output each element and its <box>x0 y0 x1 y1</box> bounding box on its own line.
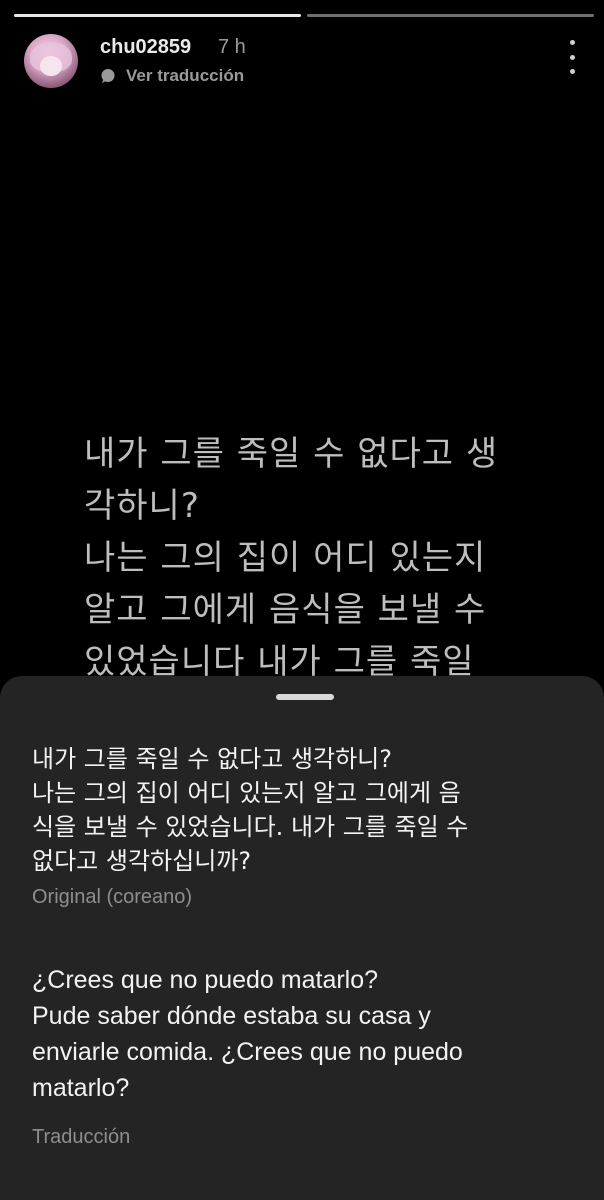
translated-text: ¿Crees que no puedo matarlo? Pude saber … <box>32 966 463 1102</box>
drag-handle[interactable] <box>276 694 334 700</box>
speech-bubble-icon <box>101 69 115 83</box>
avatar[interactable] <box>24 34 78 88</box>
progress-segment-viewed <box>14 14 301 17</box>
translation-sheet: 내가 그를 죽일 수 없다고 생각하니? 나는 그의 집이 어디 있는지 알고 … <box>0 676 604 1200</box>
translation-label: Traducción <box>32 1126 131 1148</box>
story-progress-bar <box>14 14 594 17</box>
see-translation-link[interactable]: Ver traducción <box>100 66 244 86</box>
see-translation-label: Ver traducción <box>126 66 245 85</box>
original-text: 내가 그를 죽일 수 없다고 생각하니? 나는 그의 집이 어디 있는지 알고 … <box>32 745 469 875</box>
username[interactable]: chu02859 <box>100 36 191 59</box>
story-text: 내가 그를 죽일 수 없다고 생 각하니? 나는 그의 집이 어디 있는지 알고… <box>84 434 499 682</box>
more-vertical-icon[interactable] <box>568 40 576 74</box>
progress-segment-upcoming <box>307 14 594 17</box>
original-language-label: Original (coreano) <box>32 886 193 908</box>
post-time: 7 h <box>218 36 246 58</box>
story-header: chu02859 7 h Ver traducción <box>24 30 584 90</box>
